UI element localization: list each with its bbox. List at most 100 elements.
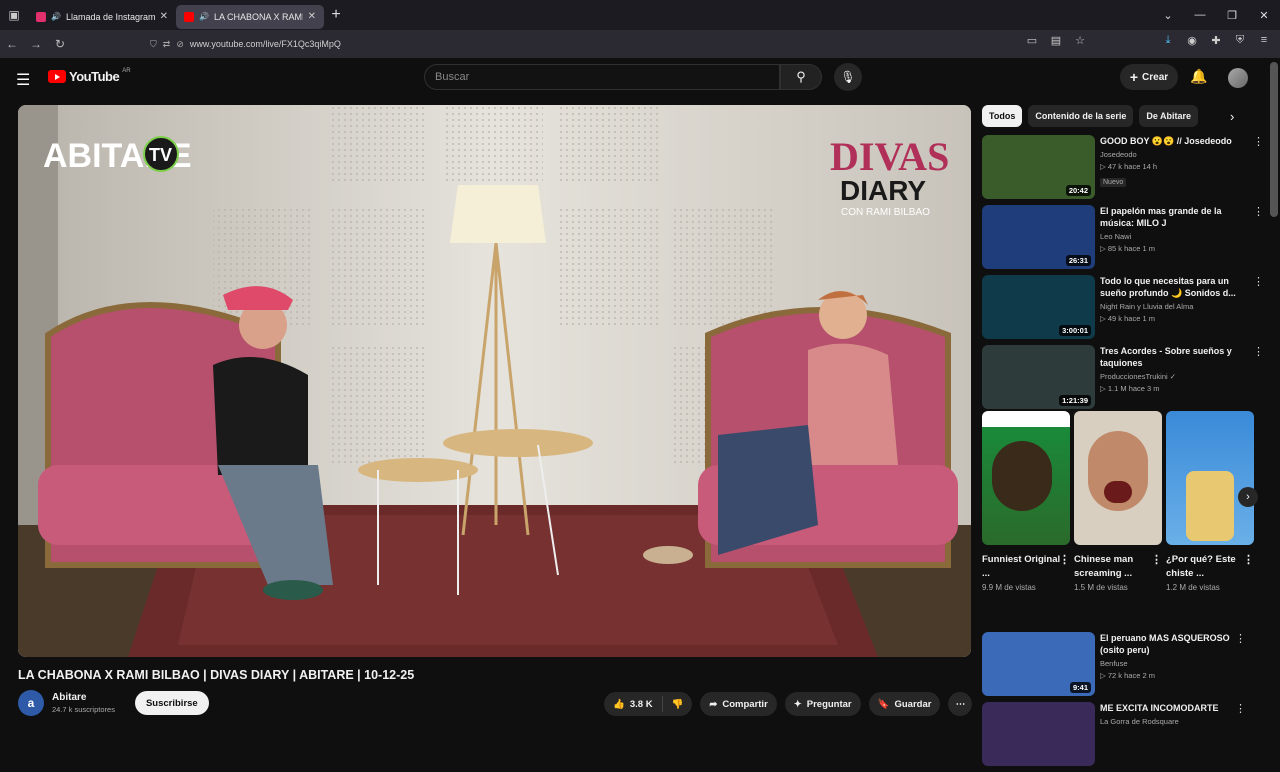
close-window-icon[interactable]: ✕ bbox=[1248, 9, 1280, 22]
chip-series-content[interactable]: Contenido de la serie bbox=[1028, 105, 1134, 127]
recommendation-item[interactable]: 1:21:39 Tres Acordes - Sobre sueños y taq… bbox=[982, 345, 1268, 415]
recommendation-meta: ▷ 72 k hace 2 m bbox=[1100, 671, 1155, 680]
extensions-icon[interactable]: ✚ bbox=[1206, 34, 1226, 47]
short-item[interactable]: Funniest Original ... ⋮ 9.9 M de vistas bbox=[982, 411, 1070, 592]
shield-icon[interactable]: ⛉ bbox=[150, 39, 157, 50]
url-text[interactable]: www.youtube.com/live/FX1Qc3qiMpQ bbox=[190, 39, 341, 49]
back-icon[interactable]: ← bbox=[0, 37, 24, 51]
short-thumbnail[interactable] bbox=[1166, 411, 1254, 545]
recommendation-title[interactable]: Todo lo que necesitas para un sueño prof… bbox=[1100, 275, 1250, 299]
picture-in-picture-icon[interactable]: ▭ bbox=[1022, 34, 1042, 47]
forward-icon[interactable]: → bbox=[24, 37, 48, 51]
shorts-next-button[interactable]: › bbox=[1238, 487, 1258, 507]
download-icon[interactable]: ⤓ bbox=[1158, 34, 1178, 47]
filter-chips: Todos Contenido de la serie De Abitare bbox=[982, 105, 1268, 127]
recommendation-channel[interactable]: ProduccionesTrukini ✓ bbox=[1100, 372, 1250, 381]
video-thumbnail[interactable]: 26:31 bbox=[982, 205, 1095, 269]
page-scrollbar[interactable] bbox=[1270, 62, 1278, 217]
short-title-text: Funniest Original ... bbox=[982, 554, 1061, 579]
divas-logo-text: DIVAS bbox=[830, 134, 949, 179]
recommendation-item[interactable]: ME EXCITA INCOMODARTE La Gorra de Rodsqua… bbox=[982, 702, 1250, 772]
search-button[interactable]: ⚲ bbox=[780, 64, 822, 90]
channel-info: Abitare 24.7 k suscriptores bbox=[52, 692, 115, 714]
video-player[interactable]: ABITARE TV DIVAS DIARY CON RAMI BILBAO bbox=[18, 105, 971, 657]
short-thumbnail[interactable] bbox=[982, 411, 1070, 545]
video-thumbnail[interactable]: 20:42 bbox=[982, 135, 1095, 199]
like-button[interactable]: 👍 3.8 K bbox=[613, 699, 662, 710]
recommendation-title[interactable]: ME EXCITA INCOMODARTE bbox=[1100, 702, 1250, 714]
short-views: 1.2 M de vistas bbox=[1166, 583, 1220, 592]
recommendation-title[interactable]: GOOD BOY 😮😮 // Josedeodo bbox=[1100, 135, 1250, 147]
ask-button[interactable]: ✦ Preguntar bbox=[784, 692, 861, 716]
search-input[interactable]: Buscar bbox=[424, 64, 780, 90]
short-thumbnail[interactable] bbox=[1074, 411, 1162, 545]
hamburger-menu-icon[interactable]: ☰ bbox=[16, 70, 32, 90]
video-thumbnail[interactable]: 9:41 bbox=[982, 632, 1095, 696]
speaker-icon[interactable]: 🔊 bbox=[199, 12, 209, 21]
shield-extension-icon[interactable]: ⛨ bbox=[1230, 34, 1250, 47]
channel-avatar[interactable]: a bbox=[18, 690, 44, 716]
more-options-icon[interactable]: ⋮ bbox=[1253, 275, 1264, 288]
permissions-icon[interactable]: ⇄ bbox=[163, 39, 171, 50]
recommendation-channel[interactable]: Leo Nawi bbox=[1100, 232, 1250, 241]
address-bar[interactable]: ⛉ ⇄ ⊘ www.youtube.com/live/FX1Qc3qiMpQ bbox=[150, 33, 1080, 55]
video-duration: 20:42 bbox=[1065, 185, 1091, 196]
more-options-icon[interactable]: ⋮ bbox=[1243, 553, 1254, 567]
reload-icon[interactable]: ↻ bbox=[48, 37, 72, 51]
recommendation-channel[interactable]: Benfuse bbox=[1100, 659, 1250, 668]
more-options-icon[interactable]: ⋮ bbox=[1151, 553, 1162, 567]
chip-from-abitare[interactable]: De Abitare bbox=[1139, 105, 1199, 127]
youtube-logo[interactable]: YouTube AR bbox=[48, 68, 131, 84]
more-actions-button[interactable]: ⋯ bbox=[948, 692, 973, 716]
channel-name[interactable]: Abitare bbox=[52, 692, 115, 703]
recommendation-item[interactable]: 9:41 El peruano MAS ASQUEROSO (osito peru… bbox=[982, 632, 1250, 702]
recommendation-item[interactable]: 3:00:01 Todo lo que necesitas para un sue… bbox=[982, 275, 1268, 345]
video-thumbnail[interactable]: 1:21:39 bbox=[982, 345, 1095, 409]
speaker-icon[interactable]: 🔊 bbox=[51, 12, 61, 21]
more-options-icon[interactable]: ⋮ bbox=[1235, 702, 1246, 715]
recommendation-title[interactable]: Tres Acordes - Sobre sueños y taquiones bbox=[1100, 345, 1250, 369]
maximize-icon[interactable]: ❐ bbox=[1216, 9, 1248, 22]
browser-tab-youtube[interactable]: 🔊 LA CHABONA X RAMI BILBAO ✕ bbox=[176, 4, 324, 29]
account-icon[interactable]: ◉ bbox=[1182, 34, 1202, 47]
toolbar-icons: ▭ ▤ ☆ ⤓ ◉ ✚ ⛨ ≡ bbox=[1022, 34, 1274, 47]
reader-view-icon[interactable]: ▤ bbox=[1046, 34, 1066, 47]
more-options-icon[interactable]: ⋮ bbox=[1253, 135, 1264, 148]
more-options-icon[interactable]: ⋮ bbox=[1253, 345, 1264, 358]
more-options-icon[interactable]: ⋮ bbox=[1235, 632, 1246, 645]
short-item[interactable]: Chinese man screaming ... ⋮ 1.5 M de vis… bbox=[1074, 411, 1162, 592]
close-tab-icon[interactable]: ✕ bbox=[160, 11, 168, 22]
video-thumbnail[interactable]: 3:00:01 bbox=[982, 275, 1095, 339]
subscribe-button[interactable]: Suscribirse bbox=[134, 691, 209, 715]
create-button[interactable]: + Crear bbox=[1120, 64, 1178, 90]
no-tracking-icon[interactable]: ⊘ bbox=[176, 39, 184, 50]
short-views: 1.5 M de vistas bbox=[1074, 583, 1128, 592]
tab-list-icon[interactable]: ▣ bbox=[0, 0, 28, 30]
logo-text: YouTube bbox=[69, 69, 120, 84]
recommendation-channel[interactable]: Night Rain y Lluvia del Alma bbox=[1100, 302, 1250, 311]
notifications-bell-icon[interactable]: 🔔 bbox=[1190, 68, 1207, 85]
voice-search-button[interactable]: 🎙 bbox=[834, 63, 862, 91]
recommendation-item[interactable]: 20:42 GOOD BOY 😮😮 // Josedeodo Josedeodo ▷ … bbox=[982, 135, 1268, 205]
chip-todos[interactable]: Todos bbox=[982, 105, 1023, 127]
recommendation-channel[interactable]: Josedeodo bbox=[1100, 150, 1250, 159]
recommendation-item[interactable]: 26:31 El papelón mas grande de la música:… bbox=[982, 205, 1268, 275]
more-options-icon[interactable]: ⋮ bbox=[1253, 205, 1264, 218]
chevron-right-icon[interactable]: › bbox=[1230, 109, 1234, 124]
minimize-icon[interactable]: — bbox=[1184, 9, 1216, 21]
browser-tab-instagram[interactable]: 🔊 Llamada de Instagram ✕ bbox=[28, 5, 176, 29]
tab-overflow-icon[interactable]: ⌄ bbox=[1152, 9, 1184, 22]
user-avatar[interactable] bbox=[1228, 68, 1248, 88]
app-menu-icon[interactable]: ≡ bbox=[1254, 34, 1274, 47]
new-tab-button[interactable]: + bbox=[324, 6, 348, 24]
recommendation-channel[interactable]: La Gorra de Rodsquare bbox=[1100, 717, 1250, 726]
share-button[interactable]: ➦ Compartir bbox=[700, 692, 777, 716]
more-options-icon[interactable]: ⋮ bbox=[1059, 553, 1070, 567]
dislike-button[interactable]: 👎 bbox=[661, 696, 693, 712]
recommendation-title[interactable]: El papelón mas grande de la música: MILO… bbox=[1100, 205, 1250, 229]
save-button[interactable]: 🔖 Guardar bbox=[868, 692, 941, 716]
close-tab-icon[interactable]: ✕ bbox=[308, 11, 316, 22]
video-thumbnail[interactable] bbox=[982, 702, 1095, 766]
bookmark-star-icon[interactable]: ☆ bbox=[1070, 34, 1090, 47]
recommendation-title[interactable]: El peruano MAS ASQUEROSO (osito peru) bbox=[1100, 632, 1250, 656]
